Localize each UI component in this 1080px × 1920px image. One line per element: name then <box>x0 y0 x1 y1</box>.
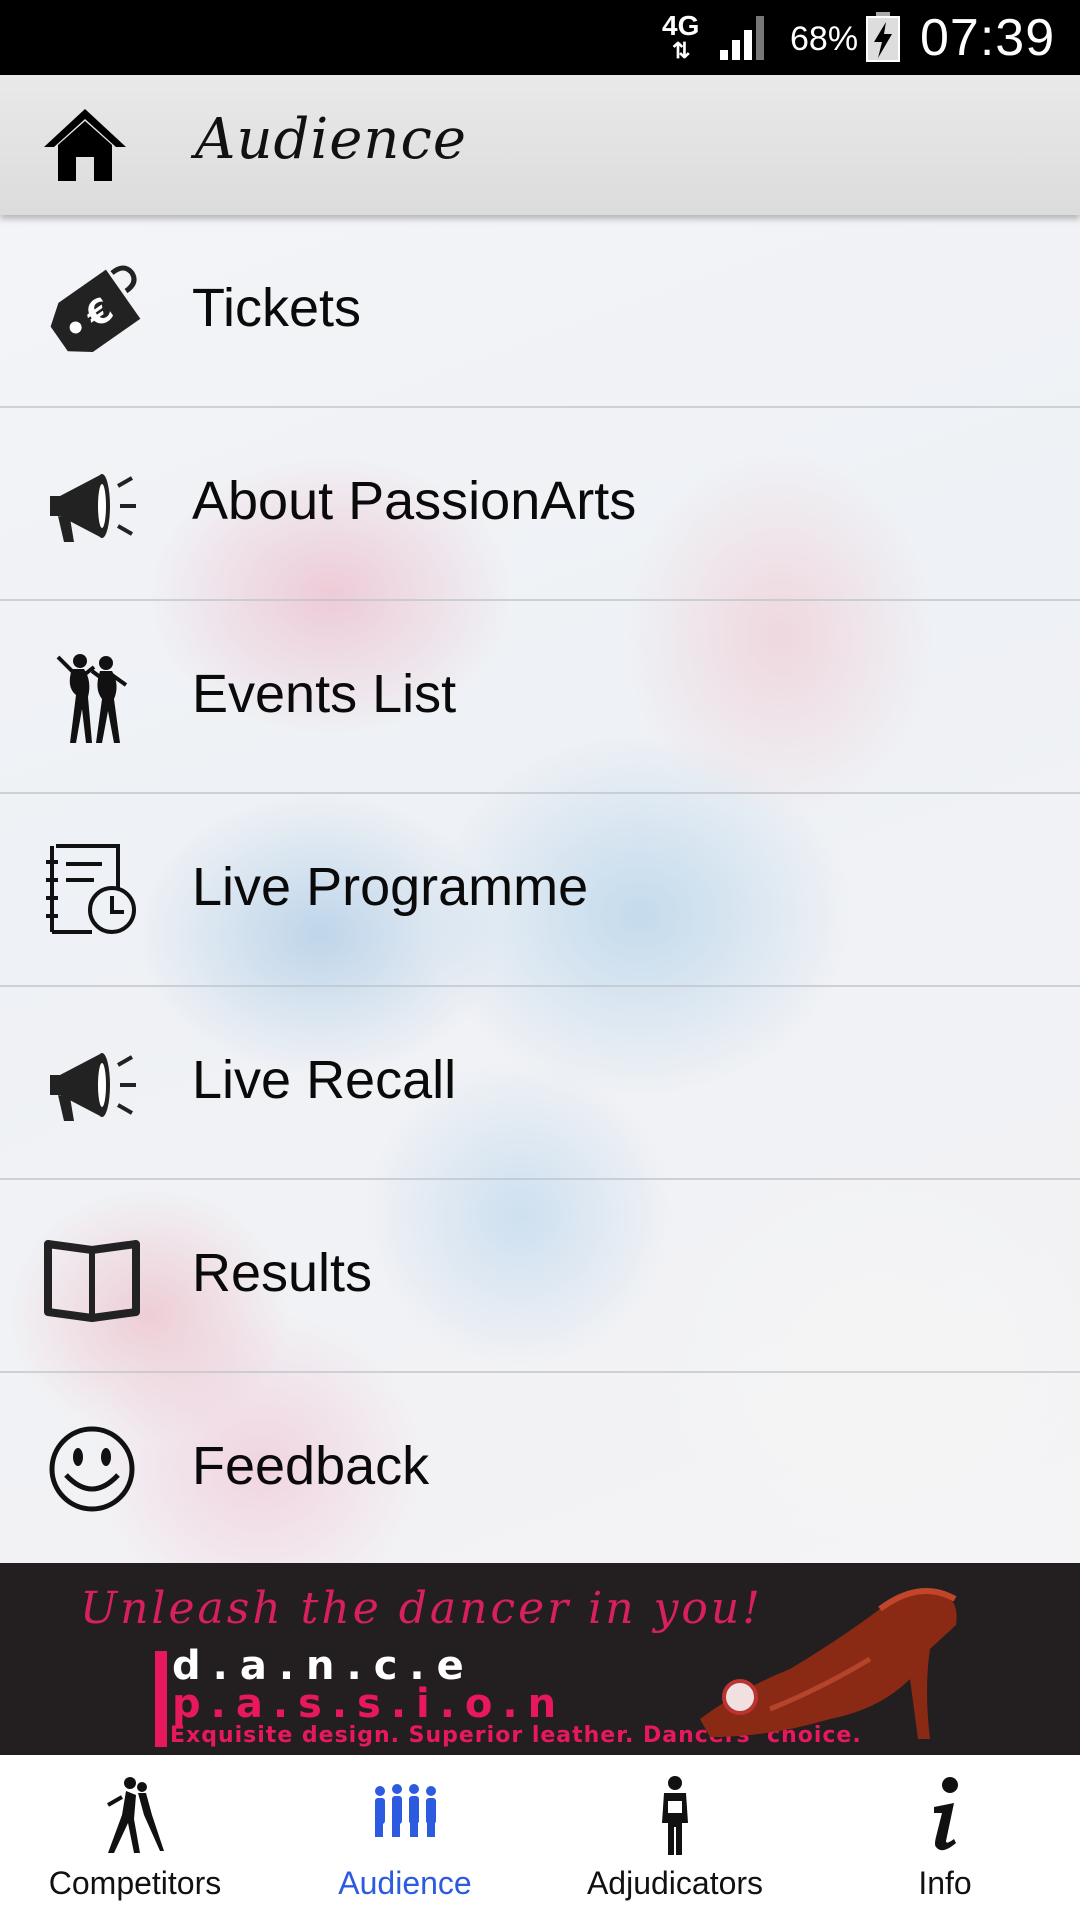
bottom-navigation: Competitors Audience Adjudicators Info <box>0 1755 1080 1920</box>
menu-item-about[interactable]: About PassionArts <box>0 408 1080 601</box>
ticket-tag-icon: € <box>50 265 141 353</box>
menu-item-label: About PassionArts <box>192 471 637 531</box>
signal-strength-icon <box>720 16 764 60</box>
network-type: 4G <box>662 10 700 41</box>
schedule-clock-icon <box>46 844 136 934</box>
tab-adjudicators[interactable]: Adjudicators <box>540 1755 810 1920</box>
network-indicator: 4G ⇅ <box>662 10 702 63</box>
banner-brand-line2: p.a.s.s.i.o.n <box>172 1681 567 1727</box>
banner-tagline: Unleash the dancer in you! <box>80 1583 763 1634</box>
battery-percent: 68% <box>790 20 859 58</box>
menu-item-live-recall[interactable]: Live Recall <box>0 987 1080 1180</box>
menu-item-feedback[interactable]: Feedback <box>0 1373 1080 1563</box>
tab-label: Adjudicators <box>586 1865 764 1901</box>
info-icon <box>934 1777 958 1851</box>
megaphone-icon <box>50 1053 136 1121</box>
menu-item-label: Tickets <box>192 278 362 338</box>
battery-charging-icon <box>866 12 900 62</box>
tab-competitors[interactable]: Competitors <box>0 1755 270 1920</box>
clock: 07:39 <box>920 9 1056 67</box>
menu-item-label: Live Recall <box>192 1050 457 1110</box>
dancers-icon <box>56 654 128 743</box>
dancing-couple-icon <box>107 1777 164 1853</box>
menu-item-label: Live Programme <box>192 857 589 917</box>
tab-label: Audience <box>338 1865 472 1901</box>
banner-accent-bar <box>155 1651 167 1747</box>
menu-item-live-programme[interactable]: Live Programme <box>0 794 1080 987</box>
home-icon[interactable] <box>42 105 128 185</box>
tab-label: Info <box>918 1865 972 1901</box>
ad-banner[interactable]: Unleash the dancer in you! d.a.n.c.e p.a… <box>0 1563 1080 1755</box>
menu-list: € Tickets About PassionArts Events List <box>0 215 1080 1563</box>
megaphone-icon <box>50 474 136 542</box>
menu-item-label: Events List <box>192 664 457 724</box>
open-book-icon <box>44 1240 140 1322</box>
status-bar: 4G ⇅ 68% 07:39 <box>0 0 1080 75</box>
tab-label: Competitors <box>48 1865 222 1901</box>
tab-audience[interactable]: Audience <box>270 1755 540 1920</box>
menu-item-label: Results <box>192 1243 373 1303</box>
app-header: Audience <box>0 75 1080 215</box>
menu-item-events-list[interactable]: Events List <box>0 601 1080 794</box>
dance-shoe-icon <box>700 1588 957 1739</box>
adjudicator-icon <box>662 1776 688 1855</box>
menu-item-results[interactable]: Results <box>0 1180 1080 1373</box>
menu-item-label: Feedback <box>192 1436 430 1496</box>
menu-item-tickets[interactable]: € Tickets <box>0 215 1080 408</box>
smiley-icon <box>49 1426 135 1512</box>
data-arrows-icon: ⇅ <box>672 38 691 63</box>
page-title: Audience <box>195 107 467 172</box>
tab-info[interactable]: Info <box>810 1755 1080 1920</box>
audience-group-icon <box>375 1784 436 1837</box>
